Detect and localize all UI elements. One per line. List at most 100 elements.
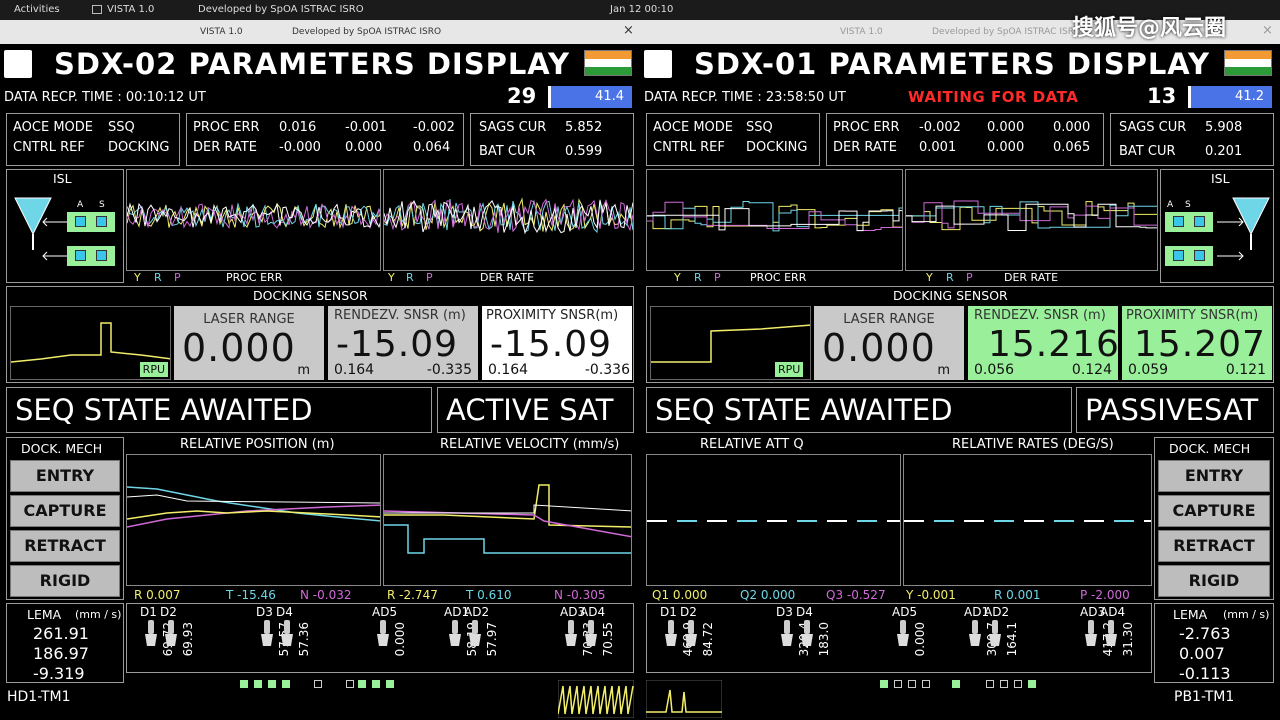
cylinder-value: 57.36 (297, 622, 311, 657)
right-packet-count: 13 (1147, 84, 1177, 108)
proc-err-p: -0.002 (413, 120, 455, 135)
actuator-icon (468, 620, 482, 648)
r-laser-range-label: LASER RANGE (843, 312, 935, 327)
status-square (314, 680, 322, 688)
left-window-close-icon[interactable]: × (623, 23, 634, 38)
r-capture-button[interactable]: CAPTURE (1158, 495, 1270, 527)
right-window-close-icon[interactable]: × (1262, 23, 1273, 38)
lema-unit: (mm / s) (75, 608, 122, 621)
r-laser-range-box: LASER RANGE 0.000 m (814, 306, 964, 380)
axis-n-pos: N -0.032 (300, 588, 352, 602)
r-proximity-b: 0.121 (1225, 362, 1266, 378)
capture-button[interactable]: CAPTURE (10, 495, 120, 527)
r-aoce-mode-label: AOCE MODE (653, 120, 733, 135)
status-square (358, 680, 366, 688)
cntrl-ref-value: DOCKING (108, 140, 170, 155)
left-isl-panel: ISL A S (6, 169, 124, 283)
cylinder-label: AD2 (464, 605, 490, 619)
rigid-button[interactable]: RIGID (10, 565, 120, 597)
right-dock-mech: DOCK. MECH ENTRY CAPTURE RETRACT RIGID (1154, 437, 1274, 600)
actuator-icon (144, 620, 158, 648)
left-lema: LEMA (mm / s) 261.91 186.97 -9.319 (6, 603, 124, 683)
right-lema: LEMA (mm / s) -2.763 0.007 -0.113 (1154, 603, 1274, 683)
laser-range-box: LASER RANGE 0.000 m (174, 306, 324, 380)
r-s-label: S (1185, 200, 1191, 210)
entry-button[interactable]: ENTRY (10, 460, 120, 492)
cylinder-label: D3 (776, 605, 793, 619)
cylinder-label: D4 (276, 605, 293, 619)
r-rendezvous-label: RENDEZV. SNSR (m) (974, 308, 1106, 323)
actuator-icon (684, 620, 698, 648)
retract-button[interactable]: RETRACT (10, 530, 120, 562)
right-window-app: VISTA 1.0 (840, 27, 883, 37)
rel-position-plot (126, 454, 381, 586)
r-rpu-plot: RPU (650, 306, 811, 380)
left-dock-mech: DOCK. MECH ENTRY CAPTURE RETRACT RIGID (6, 437, 124, 600)
sags-cur-label: SAGS CUR (479, 120, 547, 135)
topbar-app-name[interactable]: VISTA 1.0 (107, 4, 154, 15)
r-der-rate-plot-label: DER RATE (1004, 271, 1059, 284)
r-legend-y: Y (674, 271, 681, 284)
left-sat-role: ACTIVE SAT (437, 387, 634, 433)
sags-cur-value: 5.852 (565, 120, 603, 135)
proximity-b: -0.336 (584, 362, 630, 378)
cylinder-value: 0.000 (913, 622, 927, 657)
right-sat-role: PASSIVESAT (1076, 387, 1274, 433)
cylinder-value: 84.72 (701, 622, 715, 657)
right-current-box: SAGS CUR 5.908 BAT CUR 0.201 (1110, 113, 1274, 166)
cylinder-value: 164.1 (1005, 622, 1019, 657)
rendezvous-label: RENDEZV. SNSR (m) (334, 308, 466, 323)
der-rate-label: DER RATE (193, 140, 257, 155)
r-rigid-button[interactable]: RIGID (1158, 565, 1270, 597)
left-level-bar: 41.4 (548, 86, 632, 108)
cylinder-value: 0.000 (393, 622, 407, 657)
axis-q2: Q2 0.000 (740, 588, 796, 602)
right-isl-panel: ISL A S (1160, 169, 1274, 283)
activities-button[interactable]: Activities (14, 4, 60, 15)
cylinder-label: D2 (160, 605, 177, 619)
r-retract-button[interactable]: RETRACT (1158, 530, 1270, 562)
bat-cur-value: 0.599 (565, 144, 603, 159)
right-proc-err-plot (646, 169, 903, 271)
r-bat-cur-value: 0.201 (1205, 144, 1243, 159)
status-square (908, 680, 916, 688)
legend-r2: R (406, 271, 414, 284)
r-rendezvous-b: 0.124 (1071, 362, 1112, 378)
cylinder-label: D4 (796, 605, 813, 619)
r-lema-label: LEMA (1173, 607, 1208, 622)
status-square (372, 680, 380, 688)
right-aoce-box: AOCE MODE SSQ CNTRL REF DOCKING (646, 113, 820, 166)
proximity-label: PROXIMITY SNSR(m) (486, 308, 619, 323)
left-logo (4, 50, 32, 78)
status-square (922, 680, 930, 688)
r-legend-r2: R (946, 271, 954, 284)
right-tm-label: PB1-TM1 (1174, 689, 1235, 705)
r-isl-unit-a (1165, 212, 1213, 232)
r-sags-cur-label: SAGS CUR (1119, 120, 1187, 135)
isl-label: ISL (53, 171, 72, 186)
left-tm-label: HD1-TM1 (7, 689, 71, 705)
cylinder-label: AD5 (372, 605, 398, 619)
laser-range-value: 0.000 (182, 326, 296, 370)
system-clock[interactable]: Jan 12 00:10 (610, 4, 673, 15)
r-legend-p: P (714, 271, 721, 284)
dock-mech-title: DOCK. MECH (21, 441, 103, 456)
rel-att-q-plot (646, 454, 901, 586)
left-docking-sensor: DOCKING SENSOR RPU LASER RANGE 0.000 m R… (6, 286, 634, 383)
r-entry-button[interactable]: ENTRY (1158, 460, 1270, 492)
status-square (346, 680, 354, 688)
actuator-icon (968, 620, 982, 648)
lema-val-2: 186.97 (33, 644, 89, 663)
docking-sensor-title: DOCKING SENSOR (253, 288, 368, 303)
s-label: S (99, 200, 105, 210)
left-window-app: VISTA 1.0 (200, 27, 243, 37)
status-square (986, 680, 994, 688)
right-recp-time: DATA RECP. TIME : 23:58:50 UT (644, 90, 846, 105)
cylinder-label: AD2 (984, 605, 1010, 619)
r-a-label: A (1167, 200, 1174, 210)
r-sags-cur-value: 5.908 (1205, 120, 1243, 135)
r-der-rate-p: 0.065 (1053, 140, 1091, 155)
right-window-dev: Developed by SpOA ISTRAC ISRO (932, 27, 1082, 37)
status-square (880, 680, 888, 688)
r-laser-unit: m (937, 363, 950, 378)
